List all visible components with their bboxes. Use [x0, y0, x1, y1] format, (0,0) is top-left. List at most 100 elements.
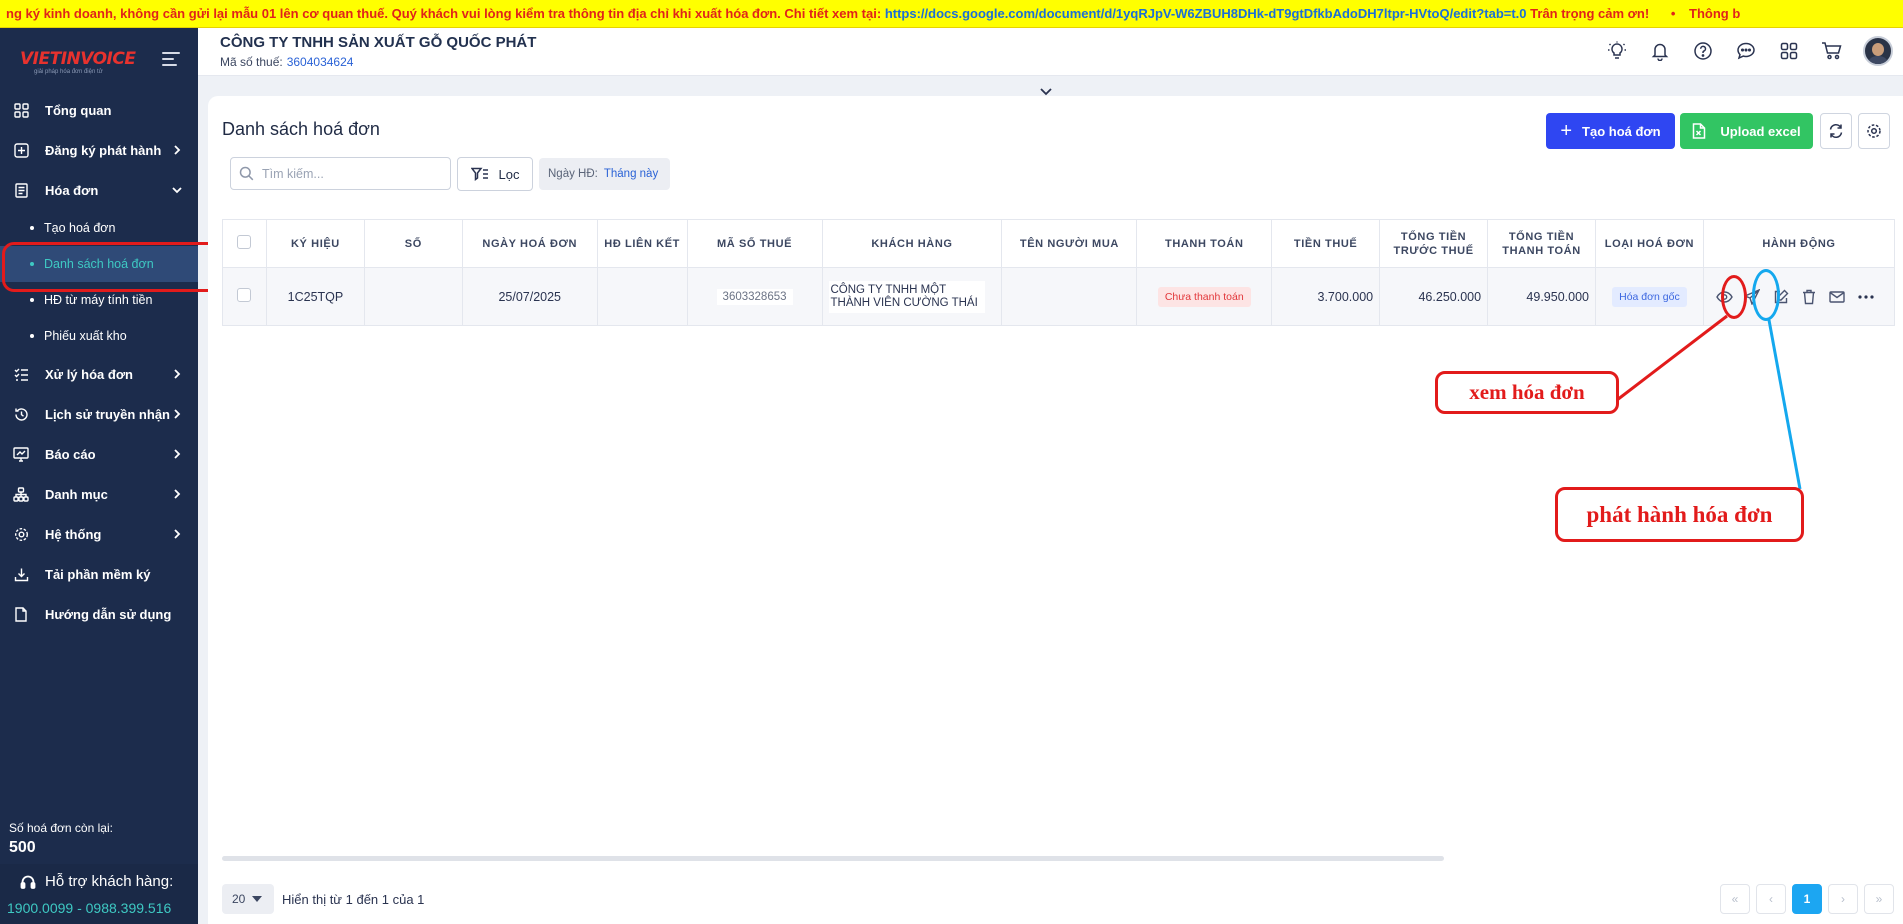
chevron-right-icon — [174, 369, 181, 379]
pagination: « ‹ 1 › » — [1720, 884, 1900, 914]
delete-trash-icon[interactable] — [1800, 288, 1818, 306]
sidebar-item-label: Tổng quan — [45, 102, 112, 118]
annotation-view-invoice: xem hóa đơn — [1435, 371, 1619, 414]
invoice-type-badge: Hóa đơn gốc — [1612, 286, 1687, 307]
menu-toggle-icon[interactable] — [162, 52, 180, 66]
annotation-ring-view — [1721, 275, 1747, 319]
col-header-payment[interactable]: Thanh toán — [1136, 219, 1273, 268]
logo-tagline: giải pháp hóa đơn điện tử — [34, 69, 103, 75]
chat-icon[interactable] — [1735, 40, 1757, 62]
sidebar-subitem-create-invoice[interactable]: Tạo hoá đơn — [0, 210, 198, 246]
col-header-buyer[interactable]: Tên người mua — [1001, 219, 1138, 268]
banner-next-text: Thông b — [1689, 6, 1741, 21]
col-header-date[interactable]: Ngày hoá đơn — [461, 219, 598, 268]
banner-text: ng ký kinh doanh, không cần gửi lại mẫu … — [6, 6, 882, 21]
sidebar-item-label: Xử lý hóa đơn — [45, 366, 133, 382]
sidebar-item-invoices[interactable]: Hóa đơn — [0, 170, 198, 210]
col-header-linked[interactable]: HĐ liên kết — [596, 219, 688, 268]
search-input[interactable] — [262, 166, 442, 181]
col-header-total[interactable]: Tổng tiền thanh toán — [1487, 219, 1596, 268]
last-page-icon[interactable]: » — [1864, 884, 1894, 914]
remaining-invoices-label: Số hoá đơn còn lại: — [9, 821, 113, 835]
filter-button[interactable]: Lọc — [457, 157, 533, 191]
table-header-row: Ký hiệu Số Ngày hoá đơn HĐ liên kết Mã s… — [222, 219, 1896, 268]
table-row[interactable]: 1C25TQP 25/07/2025 3603328653 CÔNG TY TN… — [222, 267, 1896, 326]
col-header-tax[interactable]: Tiền thuế — [1271, 219, 1381, 268]
email-icon[interactable] — [1828, 288, 1846, 306]
more-options-icon[interactable] — [1857, 288, 1875, 306]
table-settings-button[interactable] — [1858, 113, 1890, 149]
brand[interactable]: VIETINVOICE giải pháp hóa đơn điện tử — [0, 28, 198, 90]
excel-file-icon — [1693, 123, 1706, 139]
banner-link[interactable]: https://docs.google.com/document/d/1yqRJ… — [885, 6, 1527, 21]
chevron-right-icon — [174, 449, 181, 459]
help-icon[interactable] — [1692, 40, 1714, 62]
date-filter-chip[interactable]: Ngày HĐ: Tháng này — [539, 158, 670, 190]
cell-linked — [596, 267, 688, 326]
select-all-checkbox[interactable] — [237, 234, 252, 249]
user-avatar[interactable] — [1863, 36, 1893, 66]
create-invoice-button[interactable]: + Tạo hoá đơn — [1546, 113, 1675, 149]
lightbulb-icon[interactable] — [1606, 40, 1628, 62]
plus-square-icon — [12, 141, 30, 159]
cell-tax: 3.700.000 — [1271, 267, 1381, 326]
select-all-header[interactable] — [222, 219, 267, 268]
remaining-invoices-value: 500 — [9, 839, 36, 856]
upload-excel-button[interactable]: Upload excel — [1680, 113, 1813, 149]
sidebar-item-system[interactable]: Hệ thống — [0, 514, 198, 554]
sidebar-item-label: Tải phần mềm ký — [45, 566, 151, 582]
cell-customer: CÔNG TY TNHH MỘT THÀNH VIÊN CƯỜNG THÁI — [821, 267, 1003, 326]
sidebar-nav: Tổng quan Đăng ký phát hành Hóa đơn Tạo … — [0, 90, 198, 634]
sidebar-item-user-guide[interactable]: Hướng dẫn sử dụng — [0, 594, 198, 634]
current-page-button[interactable]: 1 — [1792, 884, 1822, 914]
upload-excel-label: Upload excel — [1720, 123, 1801, 139]
sidebar-item-overview[interactable]: Tổng quan — [0, 90, 198, 130]
sidebar-item-register[interactable]: Đăng ký phát hành — [0, 130, 198, 170]
date-filter-value: Tháng này — [603, 168, 659, 180]
cell-payment: Chưa thanh toán — [1136, 267, 1273, 326]
row-select-cell[interactable] — [222, 267, 267, 326]
sidebar-subitem-delivery-note[interactable]: Phiếu xuất kho — [0, 318, 198, 354]
horizontal-scrollbar[interactable] — [222, 856, 1444, 861]
cart-icon[interactable] — [1821, 40, 1843, 62]
col-header-invoice-type[interactable]: Loại hoá đơn — [1594, 219, 1704, 268]
sidebar-item-download-signer[interactable]: Tải phần mềm ký — [0, 554, 198, 594]
sidebar-item-transmission-history[interactable]: Lịch sử truyền nhận — [0, 394, 198, 434]
col-header-symbol[interactable]: Ký hiệu — [265, 219, 365, 268]
sidebar-item-invoice-processing[interactable]: Xử lý hóa đơn — [0, 354, 198, 394]
cell-buyer — [1001, 267, 1138, 326]
top-header: CÔNG TY TNHH SẢN XUẤT GỖ QUỐC PHÁT Mã số… — [198, 28, 1903, 76]
dashboard-icon — [12, 101, 30, 119]
support-phone[interactable]: 1900.0099 - 0988.399.516 — [7, 900, 171, 916]
customer-name: CÔNG TY TNHH MỘT THÀNH VIÊN CƯỜNG THÁI — [828, 280, 985, 313]
sidebar-subitem-label: Tạo hoá đơn — [44, 221, 116, 235]
sidebar-item-reports[interactable]: Báo cáo — [0, 434, 198, 474]
annotation-ring-invoice-list — [2, 242, 238, 292]
document-icon — [12, 605, 30, 623]
col-header-number[interactable]: Số — [363, 219, 463, 268]
tax-code-text: 3603328653 — [716, 288, 793, 305]
hierarchy-icon — [12, 485, 30, 503]
history-icon — [12, 405, 30, 423]
col-header-customer[interactable]: Khách hàng — [821, 219, 1003, 268]
page-size-value: 20 — [232, 892, 246, 906]
apps-grid-icon[interactable] — [1778, 40, 1800, 62]
page-size-select[interactable]: 20 — [222, 884, 274, 914]
search-box[interactable] — [230, 157, 451, 190]
cell-symbol: 1C25TQP — [265, 267, 365, 326]
row-checkbox[interactable] — [237, 288, 252, 302]
col-header-subtotal[interactable]: Tổng tiền trước thuế — [1379, 219, 1489, 268]
next-page-icon[interactable]: › — [1828, 884, 1858, 914]
gear-icon — [1867, 124, 1881, 138]
refresh-button[interactable] — [1820, 113, 1852, 149]
chevron-down-icon — [172, 187, 182, 194]
sidebar-item-catalog[interactable]: Danh mục — [0, 474, 198, 514]
header-actions — [1585, 36, 1893, 66]
download-icon — [12, 565, 30, 583]
create-invoice-label: Tạo hoá đơn — [1582, 123, 1661, 139]
invoice-table: Ký hiệu Số Ngày hoá đơn HĐ liên kết Mã s… — [222, 219, 1896, 326]
first-page-icon[interactable]: « — [1720, 884, 1750, 914]
prev-page-icon[interactable]: ‹ — [1756, 884, 1786, 914]
bell-icon[interactable] — [1649, 40, 1671, 62]
col-header-tax-code[interactable]: Mã số thuế — [686, 219, 823, 268]
